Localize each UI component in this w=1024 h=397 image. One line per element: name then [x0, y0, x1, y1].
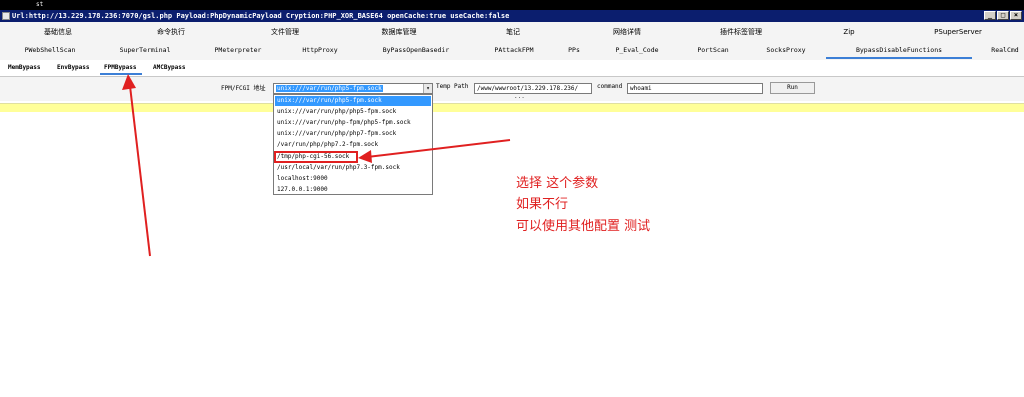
highlight-box [274, 151, 358, 163]
annotation-line-3: 可以使用其他配置 测试 [516, 219, 651, 234]
tab-p-eval-code[interactable]: P_Eval_Code [615, 42, 658, 59]
fpm-address-select[interactable]: unix:///var/run/php5-fpm.sock ▾ [273, 83, 433, 94]
subtab-membypass[interactable]: MemBypass [8, 60, 41, 75]
tab-httpproxy[interactable]: HttpProxy [302, 42, 337, 59]
fpm-option[interactable]: /usr/local/var/run/php7.3-fpm.sock [275, 163, 431, 173]
tab-realcmd[interactable]: RealCmd [991, 42, 1018, 59]
fpm-option[interactable]: 127.0.0.1:9000 [275, 185, 431, 195]
menu-psuperserver[interactable]: PSuperServer [934, 22, 982, 42]
run-button[interactable]: Run [770, 82, 815, 94]
tab-portscan[interactable]: PortScan [697, 42, 728, 59]
command-input[interactable]: whoami [627, 83, 763, 94]
main-menu: 基础信息 命令执行 文件管理 数据库管理 笔记 网络详情 插件标签管理 Zip … [0, 22, 1024, 42]
annotation-line-2: 如果不行 [516, 197, 569, 212]
minimize-button[interactable]: _ [984, 11, 996, 20]
menu-database-manager[interactable]: 数据库管理 [382, 22, 417, 42]
tab-pwebshellscan[interactable]: PWebShellScan [25, 42, 76, 59]
tab-pps[interactable]: PPs [568, 42, 580, 59]
temp-path-input[interactable]: /www/wwwroot/13.229.178.236/ [474, 83, 592, 94]
fpm-option[interactable]: unix:///var/run/php/php5-fpm.sock [275, 107, 431, 117]
menu-notes[interactable]: 笔记 [506, 22, 520, 42]
splitter-handle[interactable]: ... [514, 94, 525, 100]
fpm-address-dropdown: unix:///var/run/php5-fpm.sock unix:///va… [273, 94, 433, 195]
active-tab-indicator [826, 57, 972, 59]
top-strip-text: st [36, 1, 44, 8]
annotation-line-1: 选择 这个参数 [516, 176, 599, 191]
temp-path-label: Temp Path [436, 83, 469, 90]
tab-pattackfpm[interactable]: PAttackFPM [494, 42, 533, 59]
tab-pmeterpreter[interactable]: PMeterpreter [215, 42, 262, 59]
fpm-address-label: FPM/FCGI 地址 [221, 85, 266, 92]
menu-plugin-tab-manager[interactable]: 插件标签管理 [720, 22, 762, 42]
command-label: command [597, 83, 623, 90]
maximize-button[interactable]: □ [997, 11, 1009, 20]
top-strip: st [0, 0, 1024, 10]
tab-socksproxy[interactable]: SocksProxy [766, 42, 805, 59]
tab-superterminal[interactable]: SuperTerminal [120, 42, 171, 59]
fpm-option[interactable]: /var/run/php/php7.2-fpm.sock [275, 140, 431, 150]
subtab-envbypass[interactable]: EnvBypass [57, 60, 90, 75]
fpm-option[interactable]: localhost:9000 [275, 174, 431, 184]
bypass-subtabs: MemBypass EnvBypass FPMBypass AMCBypass [0, 60, 1024, 77]
close-button[interactable]: × [1010, 11, 1022, 20]
fpm-option[interactable]: unix:///var/run/php-fpm/php5-fpm.sock [275, 118, 431, 128]
output-area-header [0, 103, 1024, 112]
menu-network-details[interactable]: 网络详情 [613, 22, 641, 42]
window-title: Url:http://13.229.178.236:7070/gsl.php P… [12, 12, 510, 20]
fpm-address-value: unix:///var/run/php5-fpm.sock [276, 85, 383, 92]
active-subtab-indicator [100, 73, 142, 75]
menu-basic-info[interactable]: 基础信息 [44, 22, 72, 42]
subtab-amcbypass[interactable]: AMCBypass [153, 60, 186, 75]
menu-command-exec[interactable]: 命令执行 [157, 22, 185, 42]
menu-file-manager[interactable]: 文件管理 [271, 22, 299, 42]
fpm-option[interactable]: unix:///var/run/php5-fpm.sock [275, 96, 431, 106]
window-titlebar: Url:http://13.229.178.236:7070/gsl.php P… [0, 10, 1024, 22]
tab-bypassopenbasedir[interactable]: ByPassOpenBasedir [383, 42, 450, 59]
plugin-menu: PWebShellScan SuperTerminal PMeterpreter… [0, 42, 1024, 61]
fpm-option[interactable]: unix:///var/run/php/php7-fpm.sock [275, 129, 431, 139]
app-icon [2, 12, 10, 20]
menu-zip[interactable]: Zip [843, 22, 854, 42]
chevron-down-icon[interactable]: ▾ [423, 84, 432, 93]
window-controls: _ □ × [984, 11, 1022, 20]
